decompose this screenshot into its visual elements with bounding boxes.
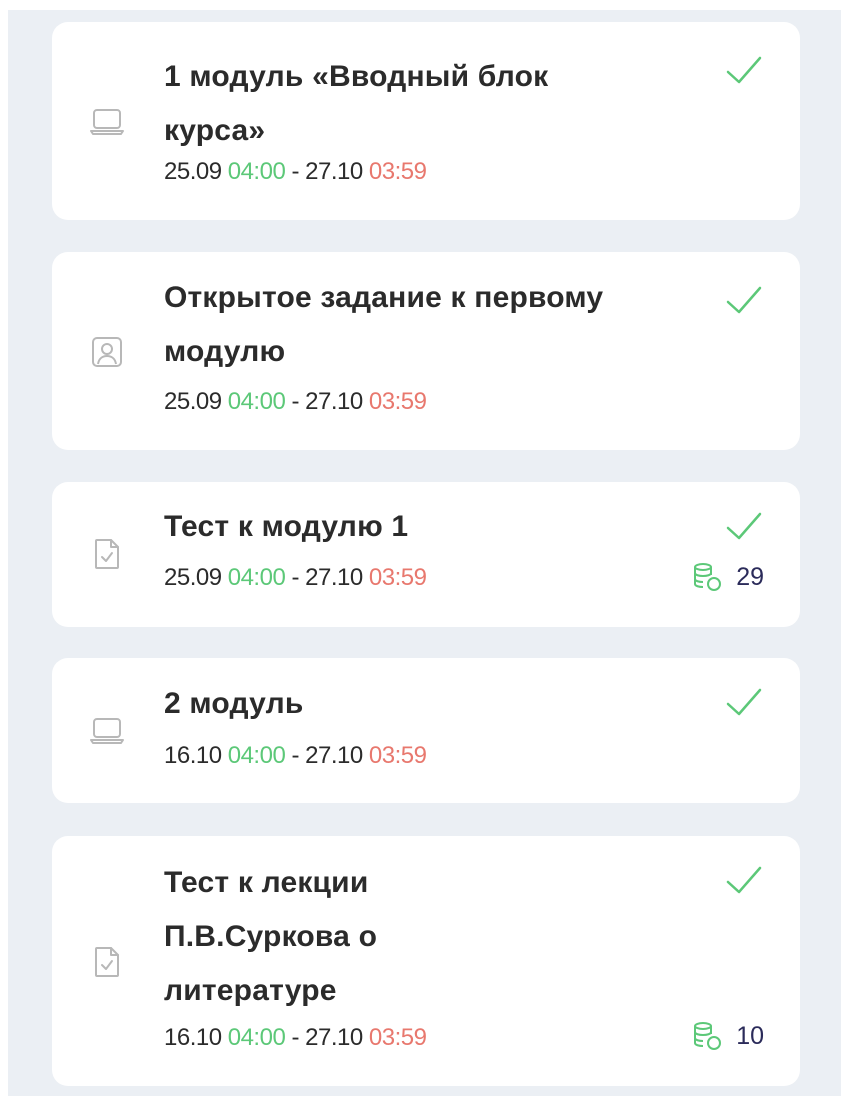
coins-icon bbox=[694, 563, 722, 591]
check-icon bbox=[726, 512, 762, 540]
end-time: 03:59 bbox=[368, 1024, 427, 1051]
course-item-title: 2 модуль bbox=[164, 687, 304, 720]
check-icon bbox=[726, 286, 762, 314]
start-date: 25.09 bbox=[164, 158, 222, 185]
end-date: 27.10 bbox=[305, 742, 363, 769]
start-date: 16.10 bbox=[164, 1024, 222, 1051]
start-date: 25.09 bbox=[164, 564, 222, 591]
course-item-card[interactable]: 2 модуль 16.10 04:00 - 27.10 03:59 bbox=[52, 658, 800, 803]
user-portrait-icon bbox=[89, 334, 125, 370]
check-icon bbox=[726, 688, 762, 716]
date-separator: - bbox=[291, 388, 299, 415]
check-icon bbox=[726, 56, 762, 84]
course-item-card[interactable]: Тест к лекции П.В.Суркова о литературе 1… bbox=[52, 836, 800, 1086]
check-icon bbox=[726, 866, 762, 894]
date-separator: - bbox=[291, 158, 299, 185]
end-date: 27.10 bbox=[305, 564, 363, 591]
end-time: 03:59 bbox=[368, 564, 427, 591]
course-item-title: Тест к лекции П.В.Суркова о литературе bbox=[164, 866, 378, 1007]
laptop-icon bbox=[89, 713, 125, 749]
start-date: 16.10 bbox=[164, 742, 222, 769]
course-item-card[interactable]: Тест к модулю 1 25.09 04:00 - 27.10 03:5… bbox=[52, 482, 800, 627]
test-document-icon bbox=[89, 536, 125, 572]
course-item-dates: 25.09 04:00 - 27.10 03:59 bbox=[164, 388, 427, 416]
points-value: 29 bbox=[736, 562, 764, 591]
date-separator: - bbox=[291, 742, 299, 769]
course-item-title: Тест к модулю 1 bbox=[164, 510, 409, 543]
date-separator: - bbox=[291, 1024, 299, 1051]
course-item-dates: 16.10 04:00 - 27.10 03:59 bbox=[164, 742, 427, 770]
course-item-dates: 25.09 04:00 - 27.10 03:59 bbox=[164, 564, 427, 592]
course-item-card[interactable]: 1 модуль «Вводный блок курса» 25.09 04:0… bbox=[52, 22, 800, 220]
test-document-icon bbox=[89, 944, 125, 980]
points-value: 10 bbox=[736, 1021, 764, 1050]
end-time: 03:59 bbox=[368, 742, 427, 769]
end-date: 27.10 bbox=[305, 388, 363, 415]
course-item-title: 1 модуль «Вводный блок курса» bbox=[164, 60, 549, 147]
end-date: 27.10 bbox=[305, 1024, 363, 1051]
end-time: 03:59 bbox=[368, 388, 427, 415]
end-date: 27.10 bbox=[305, 158, 363, 185]
points-badge: 29 bbox=[692, 562, 764, 592]
laptop-icon bbox=[89, 104, 125, 140]
start-time: 04:00 bbox=[227, 158, 286, 185]
points-badge: 10 bbox=[692, 1021, 764, 1051]
date-separator: - bbox=[291, 564, 299, 591]
coins-icon bbox=[694, 1022, 722, 1050]
course-item-card[interactable]: Открытое задание к первому модулю 25.09 … bbox=[52, 252, 800, 450]
start-time: 04:00 bbox=[227, 388, 286, 415]
start-date: 25.09 bbox=[164, 388, 222, 415]
end-time: 03:59 bbox=[368, 158, 427, 185]
start-time: 04:00 bbox=[227, 742, 286, 769]
start-time: 04:00 bbox=[227, 564, 286, 591]
start-time: 04:00 bbox=[227, 1024, 286, 1051]
course-item-title: Открытое задание к первому модулю bbox=[164, 281, 604, 368]
course-item-dates: 16.10 04:00 - 27.10 03:59 bbox=[164, 1024, 427, 1052]
course-item-dates: 25.09 04:00 - 27.10 03:59 bbox=[164, 158, 427, 186]
